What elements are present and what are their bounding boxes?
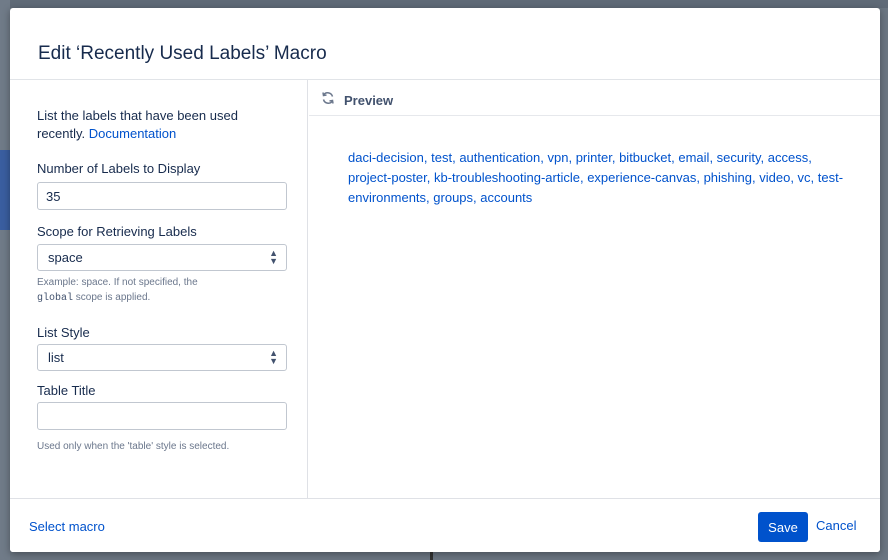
preview-heading: Preview [344, 93, 394, 108]
documentation-link[interactable]: Documentation [89, 126, 176, 141]
label-link[interactable]: bitbucket [619, 150, 671, 165]
list-style-select-value: list [48, 350, 64, 365]
preview-panel: Preview daci-decision, test, authenticat… [309, 80, 880, 498]
save-button[interactable]: Save [758, 512, 808, 542]
dialog-header: Edit ‘Recently Used Labels’ Macro [10, 8, 880, 80]
macro-dialog: Edit ‘Recently Used Labels’ Macro List t… [10, 8, 880, 552]
num-labels-label: Number of Labels to Display [37, 161, 201, 176]
scope-select-value: space [48, 250, 83, 265]
list-style-label: List Style [37, 325, 90, 340]
label-link[interactable]: authentication [459, 150, 540, 165]
label-link[interactable]: phishing [704, 170, 752, 185]
label-link[interactable]: accounts [480, 190, 532, 205]
dialog-body: List the labels that have been used rece… [10, 80, 880, 498]
label-link[interactable]: email [678, 150, 709, 165]
label-separator: , [540, 150, 548, 165]
label-link[interactable]: video [759, 170, 790, 185]
label-link[interactable]: project-poster [348, 170, 427, 185]
label-separator: , [808, 150, 812, 165]
background-left-edge [0, 0, 10, 560]
macro-parameters-panel: List the labels that have been used rece… [10, 80, 308, 498]
list-style-select[interactable]: list ▲ ▼ [37, 344, 287, 371]
label-link[interactable]: kb-troubleshooting-article [434, 170, 580, 185]
num-labels-input[interactable] [37, 182, 287, 210]
table-title-input[interactable] [37, 402, 287, 430]
label-link[interactable]: security [717, 150, 761, 165]
label-link[interactable]: access [768, 150, 808, 165]
label-separator: , [611, 150, 620, 165]
label-link[interactable]: printer [576, 150, 612, 165]
dialog-title: Edit ‘Recently Used Labels’ Macro [38, 43, 327, 64]
label-list: daci-decision, test, authentication, vpn… [348, 148, 848, 208]
select-caret-icon: ▲ ▼ [269, 248, 278, 266]
label-link[interactable]: vc [798, 170, 811, 185]
scope-help-prefix: Example: space. If not specified, the [37, 277, 198, 288]
scope-select[interactable]: space ▲ ▼ [37, 244, 287, 271]
label-link[interactable]: vpn [548, 150, 569, 165]
label-separator: , [760, 150, 768, 165]
intro-text: List the labels that have been used rece… [37, 107, 277, 143]
select-caret-icon: ▲ ▼ [269, 348, 278, 366]
table-title-label: Table Title [37, 383, 96, 398]
label-link[interactable]: groups [433, 190, 473, 205]
dialog-footer: Select macro Save Cancel [10, 498, 880, 552]
label-separator: , [426, 170, 434, 185]
background-blue-block [0, 150, 10, 230]
background-top-strip [0, 0, 888, 8]
label-separator: , [709, 150, 717, 165]
label-separator: , [810, 170, 818, 185]
label-separator: , [790, 170, 798, 185]
cancel-button[interactable]: Cancel [816, 518, 856, 533]
label-separator: , [568, 150, 576, 165]
scope-help-suffix: scope is applied. [75, 292, 151, 303]
preview-header: Preview [309, 80, 880, 116]
label-link[interactable]: test [431, 150, 452, 165]
refresh-icon[interactable] [321, 91, 335, 105]
scope-help-code: global [37, 293, 74, 304]
label-link[interactable]: experience-canvas [587, 170, 696, 185]
scope-help-text: Example: space. If not specified, the gl… [37, 275, 287, 306]
table-title-help-text: Used only when the 'table' style is sele… [37, 441, 230, 452]
label-link[interactable]: daci-decision [348, 150, 424, 165]
select-macro-link[interactable]: Select macro [29, 519, 105, 534]
scope-label: Scope for Retrieving Labels [37, 224, 197, 239]
label-separator: , [696, 170, 704, 185]
